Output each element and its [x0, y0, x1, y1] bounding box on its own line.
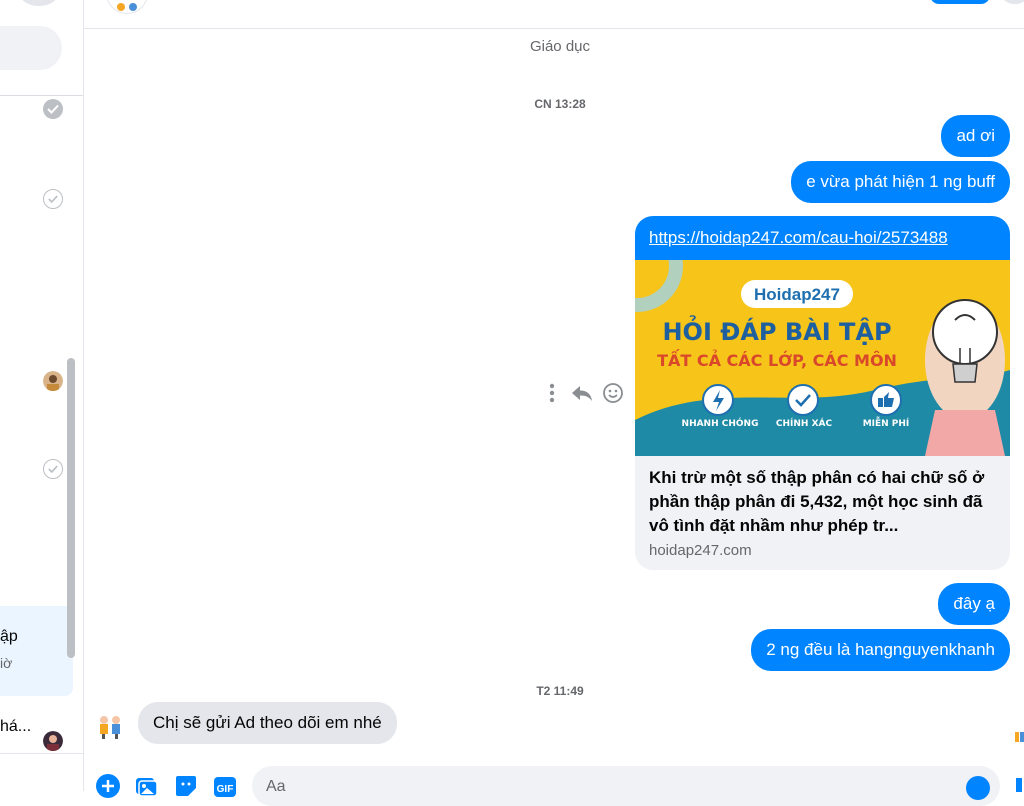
message-composer: GIF Aa	[84, 764, 1024, 806]
search-conversations-input[interactable]	[0, 26, 62, 70]
reply-icon[interactable]	[570, 383, 594, 403]
active-conversation-item[interactable]	[0, 606, 73, 696]
sent-check-icon	[43, 459, 63, 479]
conversation-name[interactable]: há...	[0, 718, 31, 736]
message-actions	[546, 380, 626, 406]
message-timestamp: CN 13:28	[534, 97, 586, 111]
read-receipt-avatar	[43, 731, 63, 751]
outgoing-message[interactable]: e vừa phát hiện 1 ng buff	[791, 161, 1010, 203]
brand-logo-text: Hoidap247	[754, 285, 840, 304]
header-info-button[interactable]	[1002, 0, 1024, 4]
incoming-message[interactable]: Chị sẽ gửi Ad theo dõi em nhé	[138, 702, 397, 744]
seen-check-icon	[43, 99, 63, 119]
feature-label: NHANH CHÓNG	[682, 417, 759, 429]
photo-icon[interactable]	[134, 774, 158, 798]
sidebar-divider	[0, 753, 83, 754]
page-category: Giáo dục	[529, 38, 591, 55]
conversation-name: ập	[0, 628, 18, 645]
link-description: Khi trừ một số thập phân có hai chữ số ở…	[649, 468, 985, 535]
feature-label: CHÍNH XÁC	[776, 417, 833, 429]
add-plus-icon[interactable]	[96, 774, 120, 798]
svg-text:GIF: GIF	[217, 784, 234, 795]
more-vertical-icon[interactable]	[546, 382, 558, 404]
sidebar-divider	[0, 95, 83, 96]
outgoing-message[interactable]: ad ơi	[941, 115, 1010, 157]
conversation-sidebar: ập iờ há...	[0, 0, 84, 791]
seen-avatar-icon	[1015, 732, 1024, 742]
react-emoji-icon[interactable]	[602, 382, 624, 404]
header-action-button[interactable]	[930, 0, 990, 4]
outgoing-message[interactable]: đây ạ	[938, 583, 1010, 625]
contact-avatar[interactable]	[96, 712, 124, 740]
message-input[interactable]: Aa	[252, 766, 1000, 806]
like-button[interactable]	[1016, 778, 1022, 792]
sidebar-top-button[interactable]	[20, 0, 58, 6]
conversation-subtitle: iờ	[0, 655, 13, 671]
sent-check-icon	[43, 189, 63, 209]
link-domain: hoidap247.com	[649, 542, 752, 559]
sidebar-scrollbar[interactable]	[67, 358, 75, 658]
chat-header	[84, 0, 1024, 29]
message-timestamp: T2 11:49	[536, 684, 584, 698]
image-headline: HỎI ĐÁP BÀI TẬP	[662, 313, 891, 346]
gif-icon[interactable]: GIF	[213, 774, 237, 798]
outgoing-message[interactable]: 2 ng đều là hangnguyenkhanh	[751, 629, 1010, 671]
link-preview-card[interactable]: https://hoidap247.com/cau-hoi/2573488 Ho…	[635, 216, 1010, 570]
contact-avatar[interactable]	[106, 0, 148, 14]
emoji-icon[interactable]	[966, 776, 990, 800]
read-receipt-avatar	[43, 371, 63, 391]
image-subheadline: TẤT CẢ CÁC LỚP, CÁC MÔN	[657, 349, 897, 370]
link-preview-image[interactable]: Hoidap247 HỎI ĐÁP BÀI TẬP TẤT CẢ CÁC LỚP…	[635, 260, 1010, 456]
message-placeholder: Aa	[266, 778, 286, 795]
chat-pane: Giáo dục CN 13:28 ad ơi e vừa phát hiện …	[84, 0, 1024, 806]
link-url[interactable]: https://hoidap247.com/cau-hoi/2573488	[635, 216, 1010, 260]
sticker-icon[interactable]	[174, 774, 198, 798]
